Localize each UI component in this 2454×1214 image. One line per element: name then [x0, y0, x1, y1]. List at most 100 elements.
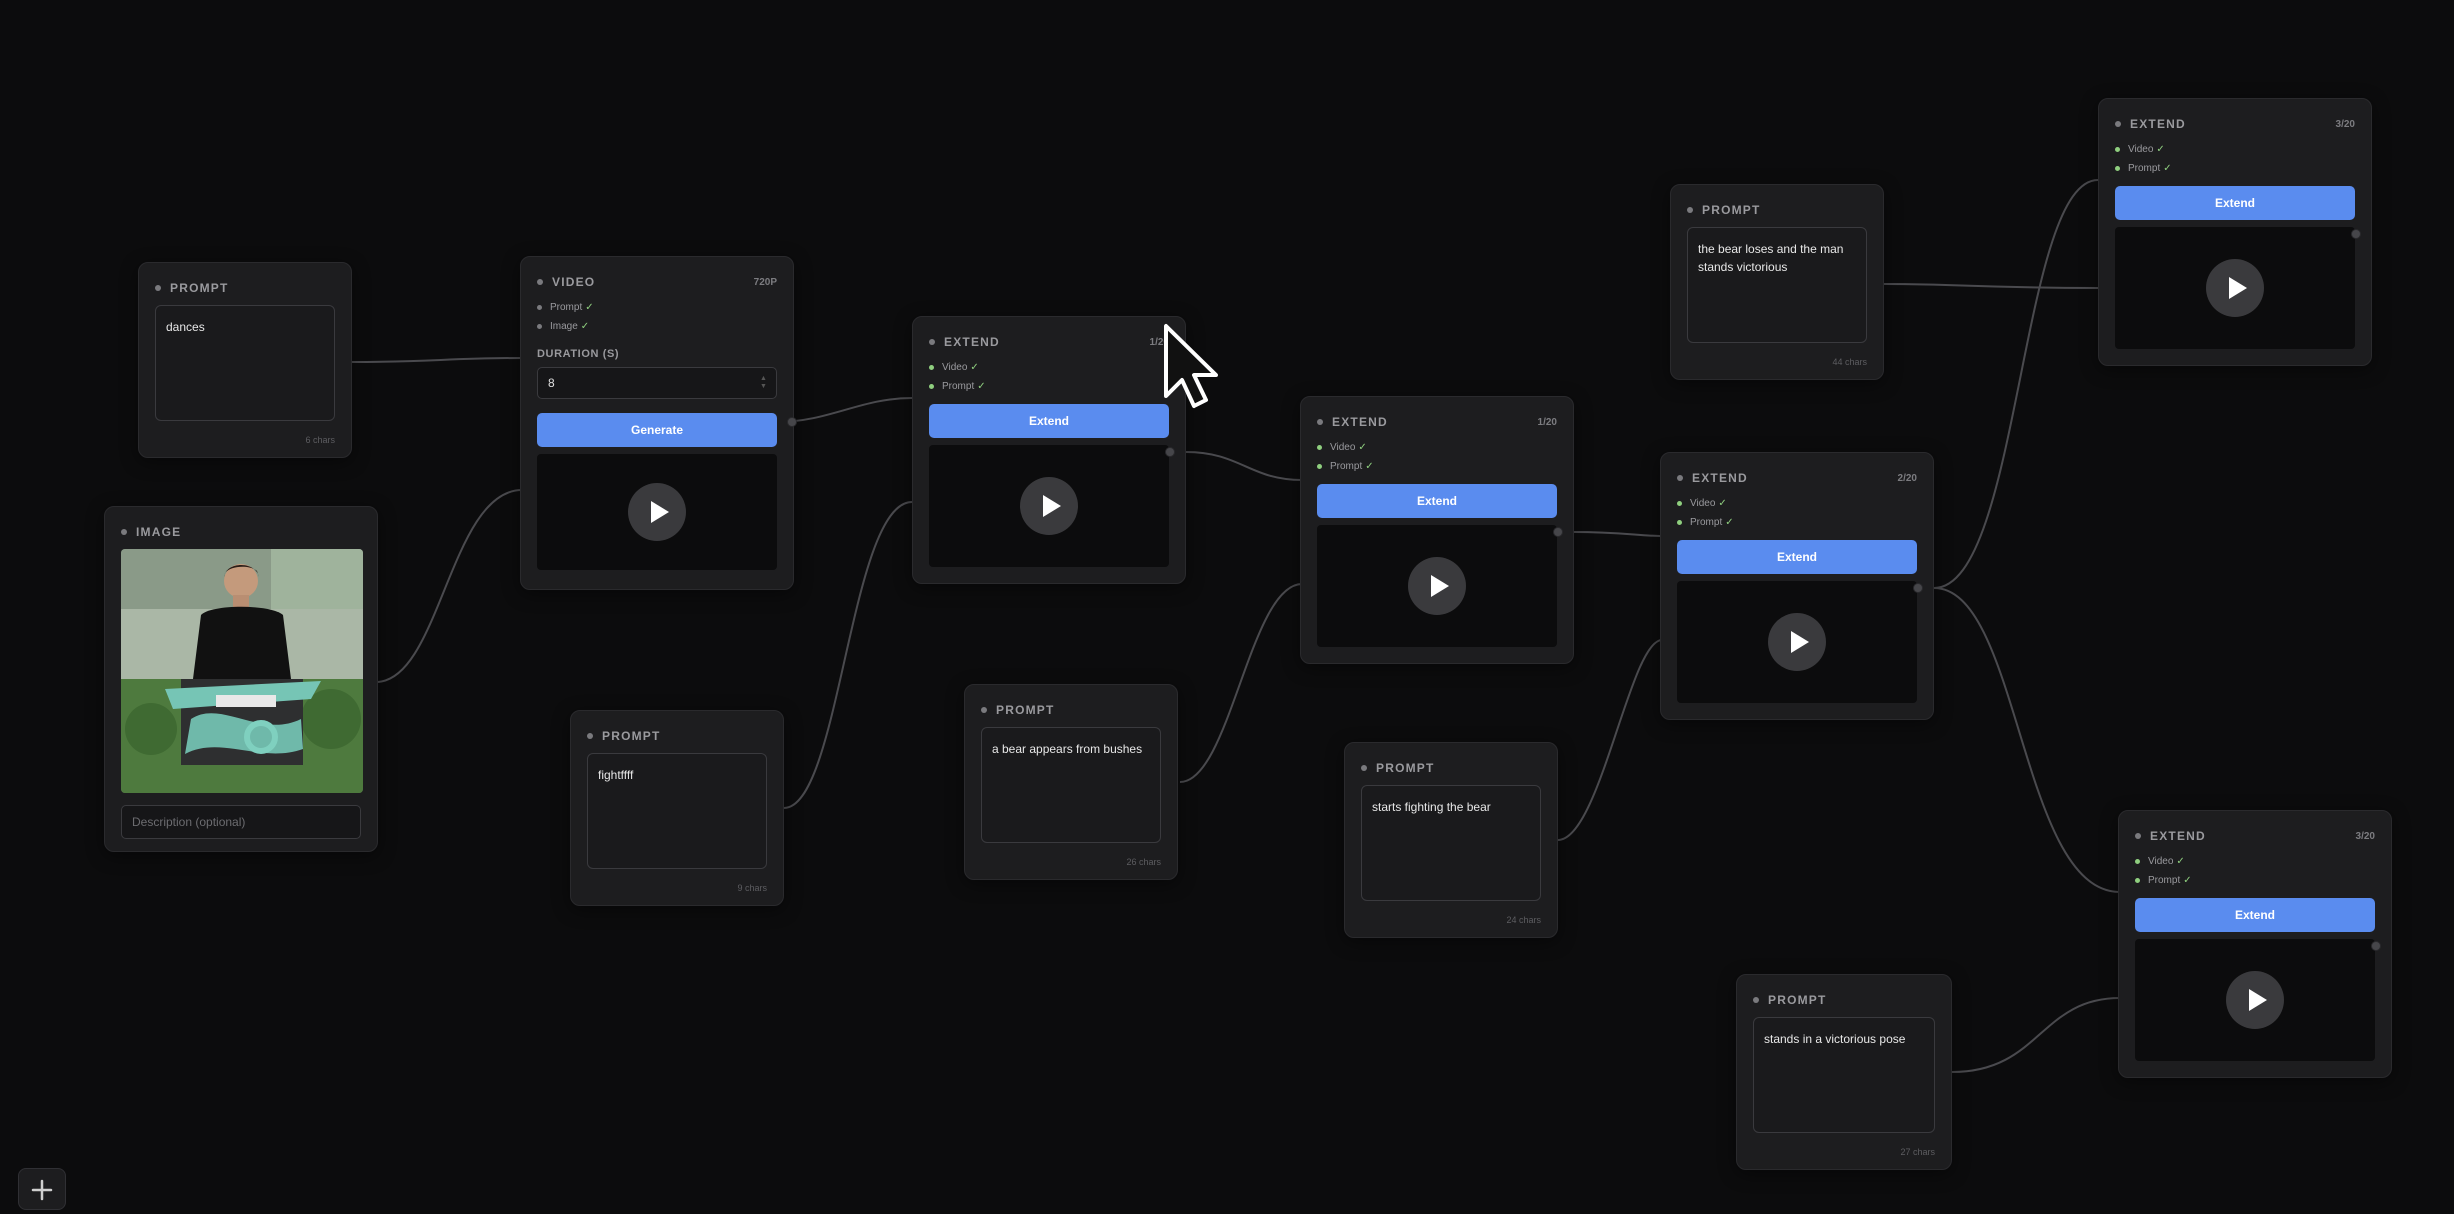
node-status-dot: [1753, 997, 1759, 1003]
add-node-button[interactable]: [18, 1168, 66, 1210]
input-status-prompt: Prompt ✓: [929, 378, 1169, 394]
input-label: Video: [942, 361, 968, 373]
stepper-icon[interactable]: ▲ ▼: [760, 375, 768, 391]
wire-prompt2-extend1: [783, 501, 913, 809]
extend-node-5[interactable]: EXTEND 3/20 Video ✓ Prompt ✓ Extend: [2118, 810, 2392, 1078]
video-preview[interactable]: [1677, 581, 1917, 703]
extend-button[interactable]: Extend: [2135, 898, 2375, 932]
prompt-textarea[interactable]: a bear appears from bushes: [981, 727, 1161, 843]
extend-count: 1/20: [1537, 416, 1557, 428]
prompt-textarea[interactable]: dances: [155, 305, 335, 421]
extend-node-3[interactable]: EXTEND 2/20 Video ✓ Prompt ✓ Extend: [1660, 452, 1934, 720]
extend-button[interactable]: Extend: [1317, 484, 1557, 518]
extend-button[interactable]: Extend: [929, 404, 1169, 438]
extend-node-4[interactable]: EXTEND 3/20 Video ✓ Prompt ✓ Extend: [2098, 98, 2372, 366]
check-icon: ✓: [2156, 143, 2165, 155]
play-icon[interactable]: [628, 483, 686, 541]
generate-button[interactable]: Generate: [537, 413, 777, 447]
video-preview[interactable]: [2115, 227, 2355, 349]
node-title: IMAGE: [136, 525, 182, 539]
input-status-dot: [1317, 444, 1322, 450]
prompt-textarea[interactable]: stands in a victorious pose: [1753, 1017, 1935, 1133]
extend-button[interactable]: Extend: [2115, 186, 2355, 220]
play-icon[interactable]: [1768, 613, 1826, 671]
output-port[interactable]: [2371, 941, 2381, 951]
node-title: EXTEND: [2150, 829, 2206, 843]
node-title: EXTEND: [2130, 117, 2186, 131]
image-description-input[interactable]: Description (optional): [121, 805, 361, 839]
prompt-node-2[interactable]: PROMPT fightffff 9 chars: [570, 710, 784, 906]
uploaded-image[interactable]: [121, 549, 363, 793]
node-title: PROMPT: [996, 703, 1055, 717]
video-preview[interactable]: [2135, 939, 2375, 1061]
duration-label: DURATION (S): [537, 348, 620, 360]
output-port[interactable]: [1913, 583, 1923, 593]
char-count: 27 chars: [1900, 1147, 1935, 1157]
output-port[interactable]: [1165, 447, 1175, 457]
node-status-dot: [1361, 765, 1367, 771]
play-icon[interactable]: [1020, 477, 1078, 535]
input-label: Prompt: [2148, 874, 2181, 886]
prompt-node-4[interactable]: PROMPT starts fighting the bear 24 chars: [1344, 742, 1558, 938]
play-icon[interactable]: [2206, 259, 2264, 317]
node-status-dot: [587, 733, 593, 739]
video-preview[interactable]: [537, 454, 777, 570]
input-status-video: Video ✓: [1317, 439, 1557, 455]
prompt-textarea[interactable]: starts fighting the bear: [1361, 785, 1541, 901]
output-port[interactable]: [787, 417, 797, 427]
input-status-dot: [1677, 519, 1682, 525]
play-icon[interactable]: [1408, 557, 1466, 615]
node-header: PROMPT: [155, 279, 335, 297]
resolution-badge: 720P: [753, 276, 777, 288]
input-label: Video: [1330, 441, 1356, 453]
input-status-dot: [537, 304, 542, 310]
extend-count: 3/20: [2335, 118, 2355, 130]
prompt-node-1[interactable]: PROMPT dances 6 chars: [138, 262, 352, 458]
char-count: 24 chars: [1506, 915, 1541, 925]
check-icon: ✓: [2183, 874, 2192, 886]
wire-extend3-extend5: [1933, 587, 2121, 893]
check-icon: ✓: [977, 380, 986, 392]
node-header: EXTEND 3/20: [2135, 827, 2375, 845]
extend-node-1[interactable]: EXTEND 1/20 Video ✓ Prompt ✓ Extend: [912, 316, 1186, 584]
prompt-node-3[interactable]: PROMPT a bear appears from bushes 26 cha…: [964, 684, 1178, 880]
input-label: Video: [1690, 497, 1716, 509]
char-count: 44 chars: [1832, 357, 1867, 367]
video-preview[interactable]: [929, 445, 1169, 567]
input-status-dot: [929, 383, 934, 389]
output-port[interactable]: [2351, 229, 2361, 239]
duration-input[interactable]: 8 ▲ ▼: [537, 367, 777, 399]
video-preview[interactable]: [1317, 525, 1557, 647]
input-status-prompt: Prompt ✓: [2135, 872, 2375, 888]
input-status-dot: [1677, 500, 1682, 506]
video-node[interactable]: VIDEO 720P Prompt ✓ Image ✓ DURATION (S)…: [520, 256, 797, 590]
wire-prompt4-extend3: [1557, 639, 1663, 841]
node-status-dot: [2115, 121, 2121, 127]
play-icon[interactable]: [2226, 971, 2284, 1029]
node-status-dot: [1317, 419, 1323, 425]
output-port[interactable]: [1553, 527, 1563, 537]
node-canvas[interactable]: PROMPT dances 6 chars IMAGE Description …: [0, 0, 2454, 1210]
node-header: PROMPT: [1753, 991, 1935, 1009]
char-count: 26 chars: [1126, 857, 1161, 867]
input-status-dot: [929, 364, 934, 370]
extend-button[interactable]: Extend: [1677, 540, 1917, 574]
node-title: PROMPT: [170, 281, 229, 295]
check-icon: ✓: [580, 320, 590, 332]
prompt-node-6[interactable]: PROMPT stands in a victorious pose 27 ch…: [1736, 974, 1952, 1170]
extend-node-2[interactable]: EXTEND 1/20 Video ✓ Prompt ✓ Extend: [1300, 396, 1574, 664]
mouse-cursor-icon: [1164, 324, 1218, 408]
node-status-dot: [537, 279, 543, 285]
node-title: EXTEND: [1332, 415, 1388, 429]
wire-image1-video1: [375, 489, 523, 683]
extend-count: 3/20: [2355, 830, 2375, 842]
wire-extend1-extend2: [1185, 451, 1303, 481]
node-header: PROMPT: [981, 701, 1161, 719]
image-node[interactable]: IMAGE Description (optional): [104, 506, 378, 852]
check-icon: ✓: [1725, 516, 1734, 528]
prompt-textarea[interactable]: the bear loses and the man stands victor…: [1687, 227, 1867, 343]
wire-prompt3-extend2: [1179, 583, 1303, 783]
input-status-dot: [1317, 463, 1322, 469]
prompt-textarea[interactable]: fightffff: [587, 753, 767, 869]
prompt-node-5[interactable]: PROMPT the bear loses and the man stands…: [1670, 184, 1884, 380]
